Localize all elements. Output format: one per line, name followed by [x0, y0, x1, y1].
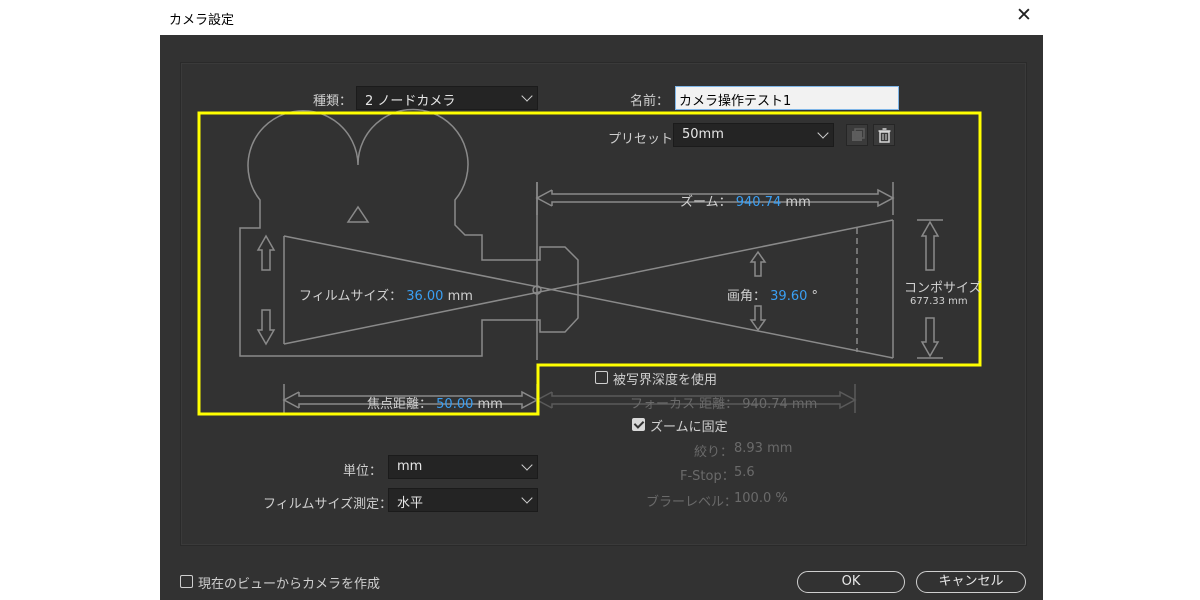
focal-length-readout: 焦点距離： 50.00 mm — [367, 393, 503, 412]
depth-of-field-checkbox[interactable] — [595, 371, 608, 384]
comp-size-label: コンポサイズ — [904, 281, 982, 296]
film-size-readout: フィルムサイズ： 36.00 mm — [299, 285, 473, 304]
film-measure-select-value: 水平 — [397, 496, 424, 511]
cancel-button[interactable]: キャンセル — [916, 571, 1026, 593]
focal-length-unit: mm — [477, 397, 503, 412]
focus-distance-unit: mm — [791, 397, 818, 412]
zoom-label: ズーム： — [680, 195, 732, 210]
aperture-label: 絞り： — [694, 445, 734, 460]
fstop-value: 5.6 — [734, 465, 755, 480]
fstop-label: F-Stop： — [680, 469, 735, 484]
aperture-value: 8.93 mm — [734, 441, 793, 456]
film-size-unit: mm — [447, 289, 473, 304]
camera-triangle — [346, 205, 370, 223]
units-select[interactable]: mm — [388, 455, 538, 479]
units-select-value: mm — [397, 459, 423, 474]
units-label: 単位： — [343, 464, 383, 479]
blur-level-value: 100.0 % — [734, 491, 788, 506]
create-from-view-checkbox[interactable] — [180, 575, 193, 588]
create-from-view-label: 現在のビューからカメラを作成 — [198, 577, 381, 592]
angle-unit: ° — [811, 289, 819, 304]
chevron-down-icon — [521, 492, 533, 504]
film-size-value[interactable]: 36.00 — [406, 289, 443, 304]
film-measure-select[interactable]: 水平 — [388, 488, 538, 512]
highlight-box — [197, 111, 982, 416]
focal-length-label: 焦点距離： — [367, 397, 433, 412]
zoom-readout: ズーム： 940.74 mm — [680, 191, 811, 210]
chevron-down-icon — [521, 459, 533, 471]
angle-label: 画角： — [727, 289, 767, 304]
film-measure-label: フィルムサイズ測定： — [263, 497, 393, 512]
angle-readout: 画角： 39.60 ° — [727, 285, 818, 304]
depth-of-field-label: 被写界深度を使用 — [613, 373, 718, 388]
lock-zoom-checkbox[interactable] — [632, 418, 645, 431]
camera-settings-dialog: カメラ設定 ✕ 種類： 2 ノードカメラ 名前： カメラ操作テスト1 プリセット… — [160, 0, 1043, 600]
comp-size-value[interactable]: 677.33 mm — [910, 296, 968, 307]
focus-distance-label: フォーカス 距離： — [630, 397, 739, 412]
zoom-unit: mm — [785, 195, 811, 210]
angle-value[interactable]: 39.60 — [770, 289, 807, 304]
ok-button[interactable]: OK — [797, 571, 905, 593]
focal-length-value[interactable]: 50.00 — [436, 397, 473, 412]
focus-distance-value: 940.74 — [742, 397, 788, 412]
lock-zoom-label: ズームに固定 — [650, 420, 728, 435]
film-size-label: フィルムサイズ： — [299, 289, 403, 304]
zoom-value[interactable]: 940.74 — [736, 195, 782, 210]
focus-distance-readout: フォーカス 距離： 940.74 mm — [630, 393, 817, 412]
blur-level-label: ブラーレベル： — [646, 495, 738, 510]
